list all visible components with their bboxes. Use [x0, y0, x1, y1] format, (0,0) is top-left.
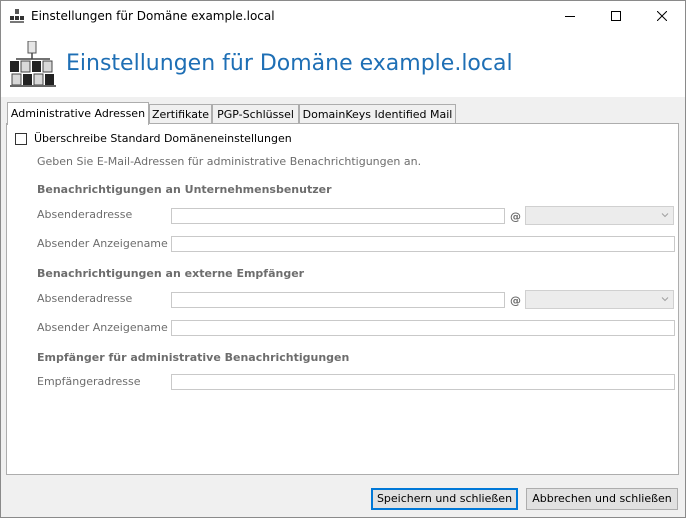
- tab-zertifikate[interactable]: Zertifikate: [149, 104, 212, 123]
- dialog-header: Einstellungen für Domäne example.local: [1, 31, 685, 97]
- dialog-title: Einstellungen für Domäne example.local: [66, 51, 513, 76]
- chevron-down-icon: [661, 213, 669, 218]
- external-at-sign: @: [510, 294, 521, 307]
- chevron-down-icon: [661, 297, 669, 302]
- tab-administrative-adressen[interactable]: Administrative Adressen: [7, 102, 149, 125]
- external-display-input[interactable]: [171, 320, 675, 336]
- external-sender-input[interactable]: [171, 292, 505, 308]
- admin-recipient-label: Empfängeradresse: [37, 375, 141, 388]
- internal-domain-select[interactable]: [525, 206, 674, 225]
- minimize-icon: [565, 16, 575, 17]
- title-bar: Einstellungen für Domäne example.local: [1, 1, 685, 31]
- external-sender-label: Absenderadresse: [37, 292, 133, 305]
- override-checkbox-label[interactable]: Überschreibe Standard Domäneneinstellung…: [34, 132, 292, 145]
- internal-sender-label: Absenderadresse: [37, 208, 133, 221]
- internal-at-sign: @: [510, 210, 521, 223]
- section-heading-internal: Benachrichtigungen an Unternehmensbenutz…: [37, 183, 332, 196]
- section-heading-external: Benachrichtigungen an externe Empfänger: [37, 267, 305, 280]
- app-icon: [10, 9, 24, 23]
- minimize-button[interactable]: [547, 1, 593, 31]
- description-text: Geben Sie E-Mail-Adressen für administra…: [37, 155, 422, 168]
- external-display-label: Absender Anzeigename: [37, 321, 168, 334]
- internal-display-label: Absender Anzeigename: [37, 237, 168, 250]
- tab-pgp-schluessel[interactable]: PGP-Schlüssel: [212, 104, 299, 123]
- close-icon: [657, 11, 667, 21]
- window-title: Einstellungen für Domäne example.local: [31, 9, 275, 23]
- admin-recipient-input[interactable]: [171, 374, 675, 390]
- external-domain-select[interactable]: [525, 290, 674, 309]
- override-checkbox[interactable]: [15, 133, 27, 145]
- save-and-close-button[interactable]: Speichern und schließen: [371, 488, 518, 510]
- tab-panel-administrative-adressen: Überschreibe Standard Domäneneinstellung…: [6, 123, 679, 475]
- close-button[interactable]: [639, 1, 685, 31]
- maximize-icon: [611, 11, 621, 21]
- settings-window: Einstellungen für Domäne example.local E…: [0, 0, 686, 518]
- internal-display-input[interactable]: [171, 236, 675, 252]
- section-heading-admin: Empfänger für administrative Benachricht…: [37, 351, 350, 364]
- cancel-and-close-button[interactable]: Abbrechen und schließen: [526, 488, 678, 510]
- tab-dkim[interactable]: DomainKeys Identified Mail: [299, 104, 456, 123]
- maximize-button[interactable]: [593, 1, 639, 31]
- internal-sender-input[interactable]: [171, 208, 505, 224]
- network-icon: [10, 41, 56, 87]
